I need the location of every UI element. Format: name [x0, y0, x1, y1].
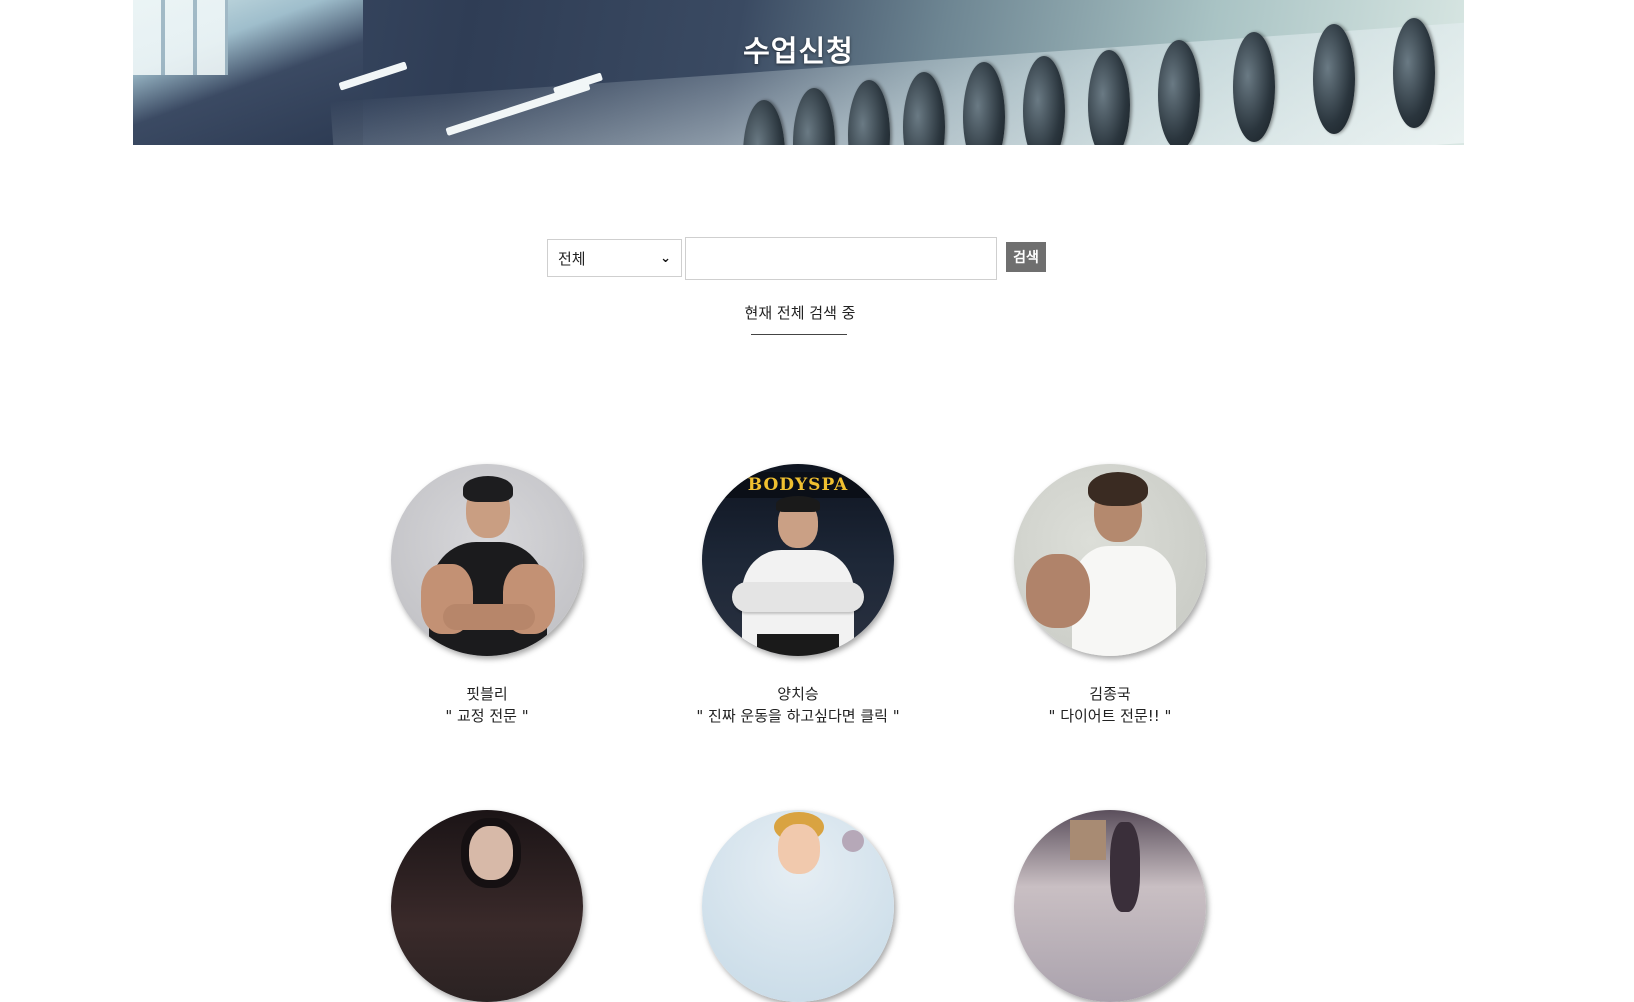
trainer-card[interactable]: BODYSPA 양치승 " 진짜 운동을 하고싶다면 클릭 ": [638, 464, 958, 727]
trainer-card[interactable]: [327, 810, 647, 1002]
trainer-avatar[interactable]: [391, 810, 583, 1002]
category-select-value: 전체: [558, 249, 586, 268]
trainer-name: 김종국: [1089, 685, 1131, 703]
trainer-card[interactable]: 김종국 " 다이어트 전문!! ": [950, 464, 1270, 727]
search-status-text: 현재 전체 검색 중: [744, 304, 856, 322]
trainer-avatar[interactable]: [1014, 464, 1206, 656]
trainer-name: 핏블리: [466, 685, 508, 703]
search-button[interactable]: 검색: [1006, 242, 1046, 272]
trainer-description: " 교정 전문 ": [445, 707, 529, 725]
trainer-description: " 진짜 운동을 하고싶다면 클릭 ": [696, 707, 900, 725]
page-title: 수업신청: [743, 34, 854, 68]
status-divider: [751, 334, 847, 335]
trainer-name: 양치승: [777, 685, 819, 703]
trainer-card[interactable]: 핏블리 " 교정 전문 ": [327, 464, 647, 727]
trainer-avatar[interactable]: [1014, 810, 1206, 1002]
trainer-description: " 다이어트 전문!! ": [1048, 707, 1172, 725]
gym-sign: BODYSPA: [702, 472, 894, 498]
search-input[interactable]: [685, 237, 997, 280]
category-select[interactable]: 전체 ⌄: [547, 239, 682, 277]
trainer-avatar[interactable]: [391, 464, 583, 656]
trainer-card[interactable]: [638, 810, 958, 1002]
trainer-card[interactable]: [950, 810, 1270, 1002]
trainer-avatar[interactable]: BODYSPA: [702, 464, 894, 656]
hero-banner: 수업신청: [133, 0, 1464, 145]
chevron-down-icon: ⌄: [660, 250, 671, 266]
trainer-avatar[interactable]: [702, 810, 894, 1002]
